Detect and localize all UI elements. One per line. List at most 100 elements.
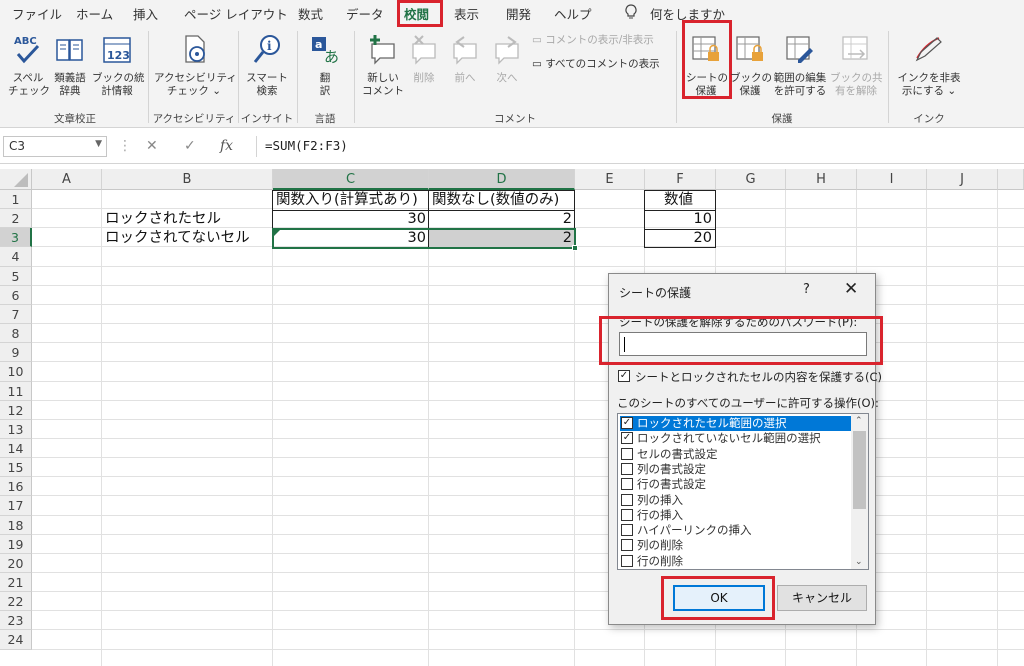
allow-edit-ranges-button[interactable]: 範囲の編集 を許可する <box>772 32 828 98</box>
delete-comment-button[interactable]: 削除 <box>406 32 442 85</box>
permission-checkbox[interactable] <box>621 478 633 491</box>
row-header[interactable]: 15 <box>0 458 32 477</box>
permissions-list[interactable]: ✓ ロックされたセル範囲の選択 ✓ ロックされていないセル範囲の選択 セルの書式設定 列の… <box>617 413 869 570</box>
enter-icon[interactable]: ✓ <box>184 138 196 154</box>
column-header-selected[interactable]: D <box>429 169 575 190</box>
translate-button[interactable]: aあ 翻 訳 <box>302 32 348 98</box>
tab-help[interactable]: ヘルプ <box>554 4 592 23</box>
spelling-button[interactable]: ABC スペル チェック <box>8 32 50 98</box>
permission-checkbox[interactable] <box>621 508 633 521</box>
tab-formulas[interactable]: 数式 <box>298 4 323 23</box>
show-hide-comment-button[interactable]: ▭ コメントの表示/非表示 <box>532 34 654 47</box>
tab-home[interactable]: ホーム <box>76 4 113 23</box>
select-all-corner[interactable] <box>0 169 32 190</box>
row-header-selected[interactable]: 3 <box>0 228 32 247</box>
thesaurus-button[interactable]: 類義語 辞典 <box>50 32 90 98</box>
row-header[interactable]: 7 <box>0 305 32 324</box>
row-header[interactable]: 4 <box>0 247 32 267</box>
permission-checkbox[interactable] <box>621 539 633 552</box>
permission-item[interactable]: 行の削除 <box>620 554 852 569</box>
row-header[interactable]: 19 <box>0 535 32 554</box>
cell-D2[interactable]: 2 <box>429 210 572 229</box>
cell-C1[interactable]: 関数入り(計算式あり) <box>276 191 418 210</box>
permission-checkbox[interactable] <box>621 493 633 506</box>
close-icon[interactable]: ✕ <box>844 279 858 299</box>
help-button[interactable]: ? <box>803 282 810 297</box>
permission-checkbox[interactable] <box>621 447 633 460</box>
cancel-icon[interactable]: ✕ <box>146 138 158 154</box>
cell-F2[interactable]: 10 <box>645 210 712 229</box>
row-header[interactable]: 12 <box>0 401 32 420</box>
tab-view[interactable]: 表示 <box>454 4 479 23</box>
column-header[interactable]: B <box>102 169 273 190</box>
permission-item[interactable]: ✓ ロックされたセル範囲の選択 <box>620 416 852 431</box>
column-header[interactable]: G <box>716 169 786 190</box>
cell-F3[interactable]: 20 <box>645 229 712 248</box>
column-header[interactable]: J <box>927 169 998 190</box>
scrollbar[interactable]: ⌃ ⌄ <box>851 414 868 569</box>
permission-item[interactable]: 行の挿入 <box>620 508 852 523</box>
cell-C2[interactable]: 30 <box>273 210 426 229</box>
permission-checkbox[interactable] <box>621 462 633 475</box>
column-header[interactable]: H <box>786 169 857 190</box>
row-header[interactable]: 9 <box>0 343 32 362</box>
row-header[interactable]: 17 <box>0 496 32 516</box>
permission-item[interactable]: ✓ ロックされていないセル範囲の選択 <box>620 431 852 446</box>
tab-data[interactable]: データ <box>346 4 384 23</box>
row-header[interactable]: 5 <box>0 267 32 286</box>
name-box[interactable]: C3 ▼ <box>3 136 107 157</box>
workbook-statistics-button[interactable]: 123 ブックの統 計情報 <box>92 32 145 98</box>
next-comment-button[interactable]: 次へ <box>488 32 526 85</box>
row-header[interactable]: 21 <box>0 573 32 592</box>
cell-B2[interactable]: ロックされたセル <box>105 210 221 229</box>
tab-file[interactable]: ファイル <box>12 4 62 23</box>
permission-item[interactable]: ハイパーリンクの挿入 <box>620 523 852 538</box>
check-accessibility-button[interactable]: アクセシビリティ チェック ⌄ <box>154 32 237 98</box>
row-header[interactable]: 10 <box>0 362 32 382</box>
row-header[interactable]: 1 <box>0 190 32 209</box>
row-header[interactable]: 20 <box>0 554 32 573</box>
column-header[interactable]: I <box>857 169 927 190</box>
permission-checkbox[interactable]: ✓ <box>621 417 633 429</box>
cell-D1[interactable]: 関数なし(数値のみ) <box>432 191 559 210</box>
row-header[interactable]: 14 <box>0 439 32 458</box>
scroll-down-icon[interactable]: ⌄ <box>855 557 863 567</box>
show-all-comments-button[interactable]: ▭ すべてのコメントの表示 <box>532 58 660 71</box>
scroll-up-icon[interactable]: ⌃ <box>855 416 863 426</box>
unshare-workbook-button[interactable]: ブックの共 有を解除 <box>830 32 883 98</box>
permission-item[interactable]: 行の書式設定 <box>620 477 852 492</box>
cell-B3[interactable]: ロックされてないセル <box>105 229 250 248</box>
permission-item[interactable]: 列の削除 <box>620 538 852 553</box>
cell-F1[interactable]: 数値 <box>664 191 693 210</box>
cancel-button[interactable]: キャンセル <box>777 585 867 611</box>
tab-developer[interactable]: 開発 <box>506 4 531 23</box>
column-header[interactable]: A <box>32 169 102 190</box>
column-header-selected[interactable]: C <box>273 169 429 190</box>
tab-page-layout[interactable]: ページ レイアウト <box>184 4 288 23</box>
scrollbar-thumb[interactable] <box>853 431 866 509</box>
fill-handle[interactable] <box>572 245 578 251</box>
chevron-down-icon[interactable]: ▼ <box>95 139 102 149</box>
row-header[interactable]: 23 <box>0 611 32 630</box>
row-header[interactable]: 8 <box>0 324 32 343</box>
formula-input[interactable]: =SUM(F2:F3) <box>256 136 1022 157</box>
previous-comment-button[interactable]: 前へ <box>446 32 484 85</box>
column-header[interactable]: F <box>645 169 716 190</box>
row-header[interactable]: 2 <box>0 209 32 228</box>
row-header[interactable]: 16 <box>0 477 32 496</box>
permission-checkbox[interactable]: ✓ <box>621 432 633 445</box>
permission-item[interactable]: セルの書式設定 <box>620 447 852 462</box>
row-header[interactable]: 6 <box>0 286 32 305</box>
new-comment-button[interactable]: 新しい コメント <box>360 32 406 98</box>
row-header[interactable]: 18 <box>0 516 32 535</box>
row-header[interactable]: 22 <box>0 592 32 611</box>
row-header[interactable]: 11 <box>0 382 32 401</box>
smart-lookup-button[interactable]: i スマート 検索 <box>244 32 290 98</box>
protect-workbook-button[interactable]: ブックの 保護 <box>730 32 772 98</box>
column-header[interactable]: E <box>575 169 645 190</box>
protect-contents-checkbox[interactable]: ✓ <box>618 370 630 382</box>
permission-checkbox[interactable] <box>621 554 633 567</box>
row-header[interactable]: 13 <box>0 420 32 439</box>
insert-function-icon[interactable]: fx <box>220 138 233 154</box>
cell-C3[interactable]: 30 <box>273 229 426 248</box>
